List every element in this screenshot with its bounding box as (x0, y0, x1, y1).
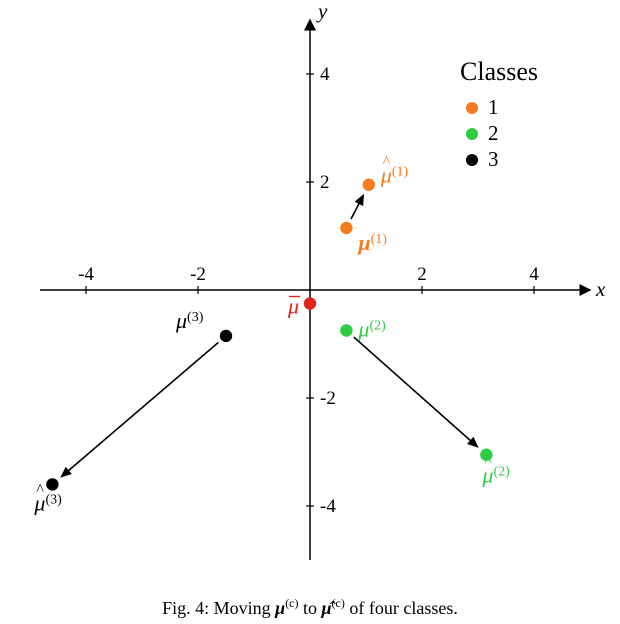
label-mu2: μ(2) (357, 317, 386, 342)
point-mu1 (340, 222, 352, 234)
legend-title: Classes (460, 57, 538, 86)
label-mu2_hat-hat: ^ (484, 454, 492, 471)
label-mu1_hat-hat: ^ (383, 154, 391, 171)
label-mu2_hat: μ(2)^ (481, 454, 510, 488)
x-tick-label: 4 (529, 264, 539, 285)
x-tick-label: -2 (190, 264, 206, 285)
label-mu3_hat-hat: ^ (36, 481, 44, 498)
arrow (354, 337, 478, 447)
point-mu1_hat (363, 179, 375, 191)
legend-item: 1 (466, 95, 499, 119)
svg-text:μ(1): μ(1) (357, 230, 387, 255)
chart-canvas: xy -4-224-4-224 μ(1)μ(1)^μ(2)μ(2)^μ(3)μ(… (0, 0, 620, 624)
x-tick-label: -4 (78, 264, 94, 285)
label-mu_bar: μ (287, 294, 300, 319)
x-tick-label: 2 (417, 264, 427, 285)
x-axis-label: x (595, 277, 606, 301)
legend-label: 2 (488, 121, 499, 145)
svg-text:μ: μ (287, 294, 299, 319)
point-mu2 (340, 324, 352, 336)
label-mu1: μ(1) (357, 230, 387, 255)
legend-swatch (466, 102, 478, 114)
legend-label: 3 (488, 147, 499, 171)
arrow (351, 195, 363, 219)
point-mu3_hat (46, 478, 58, 490)
point-mu_bar (304, 297, 316, 309)
svg-text:μ(2): μ(2) (357, 317, 386, 342)
legend-swatch (466, 128, 478, 140)
legend-item: 3 (466, 147, 499, 171)
figure-caption: Fig. 4: Moving μ(c) to μ̂(c) of four cla… (162, 596, 458, 618)
label-mu3: μ(3) (175, 308, 204, 333)
legend-swatch (466, 154, 478, 166)
y-tick-label: -4 (320, 496, 336, 517)
arrow (62, 342, 219, 476)
point-mu3 (220, 330, 232, 342)
legend-item: 2 (466, 121, 499, 145)
legend-label: 1 (488, 95, 499, 119)
y-tick-label: 4 (320, 64, 330, 85)
svg-text:μ(3): μ(3) (175, 308, 204, 333)
label-mu1_hat: μ(1)^ (380, 154, 409, 188)
y-tick-label: 2 (320, 172, 330, 193)
y-axis-label: y (316, 0, 328, 23)
y-tick-label: -2 (320, 388, 336, 409)
